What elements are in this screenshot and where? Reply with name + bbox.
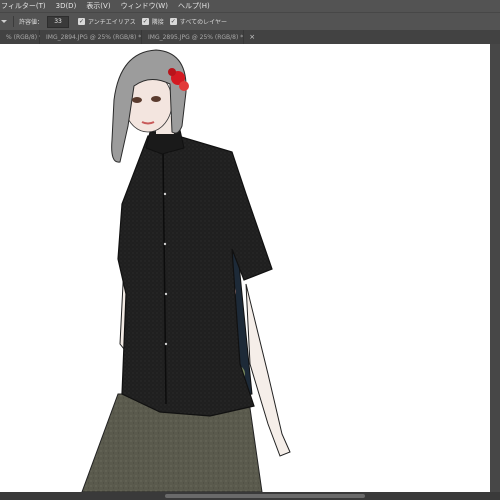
hair-flower [168,68,176,76]
document-canvas[interactable] [0,44,490,492]
hair-flower [179,81,189,91]
checkbox-checked-icon: ✓ [141,18,149,25]
shirt-button [164,342,168,346]
tab-label: % (RGB/8) * [6,33,42,41]
menu-window[interactable]: ウィンドウ(W) [121,1,168,11]
tolerance-label: 許容値： [19,19,44,26]
eye [151,96,161,102]
antialias-label: アンチエイリアス [88,19,136,26]
tab-close-icon[interactable]: × [249,33,255,41]
checkbox-checked-icon: ✓ [78,18,86,25]
document-tab-bar: % (RGB/8) * × IMG_2894.JPG @ 25% (RGB/8)… [0,30,500,44]
checkbox-checked-icon: ✓ [169,18,177,25]
contiguous-checkbox[interactable]: ✓ 隣接 [141,17,164,26]
tab-document-3[interactable]: IMG_2895.JPG @ 25% (RGB/8) * × [142,30,255,44]
menu-filter[interactable]: フィルター(T) [1,1,46,11]
tab-document-2[interactable]: IMG_2894.JPG @ 25% (RGB/8) * × [40,30,153,44]
horizontal-scrollbar[interactable] [165,494,365,498]
all-layers-checkbox[interactable]: ✓ すべてのレイヤー [169,17,227,26]
eye [132,97,142,103]
shirt-button [163,242,167,246]
antialias-checkbox[interactable]: ✓ アンチエイリアス [78,17,136,26]
options-divider [13,16,14,27]
tab-document-1[interactable]: % (RGB/8) * × [0,30,54,44]
menu-view[interactable]: 表示(V) [86,1,110,11]
fashion-illustration [81,49,291,492]
menu-3d[interactable]: 3D(D) [56,2,77,10]
tolerance-input[interactable]: 33 [47,15,70,28]
shirt-button [163,192,167,196]
menu-bar: フィルター(T) 3D(D) 表示(V) ウィンドウ(W) ヘルプ(H) [0,0,500,12]
contiguous-label: 隣接 [151,19,164,26]
all-layers-label: すべてのレイヤー [179,19,227,26]
shirt-button [164,292,168,296]
tab-label: IMG_2894.JPG @ 25% (RGB/8) * [46,33,142,41]
tab-label: IMG_2895.JPG @ 25% (RGB/8) * [148,33,244,41]
dropdown-caret-icon[interactable] [1,20,7,23]
menu-help[interactable]: ヘルプ(H) [178,1,210,11]
options-bar: 許容値： 33 ✓ アンチエイリアス ✓ 隣接 ✓ すべてのレイヤー [0,12,500,31]
right-panel-edge [490,44,500,492]
